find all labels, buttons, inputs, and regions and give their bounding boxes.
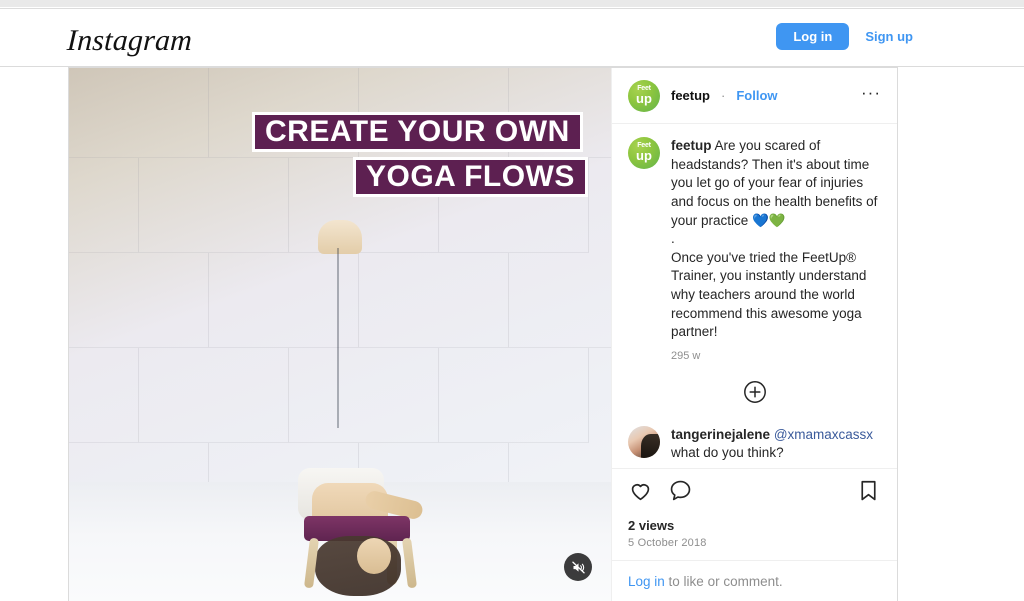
comment-bubble-icon[interactable] <box>668 478 693 508</box>
commenter-avatar[interactable] <box>628 425 660 458</box>
action-icon-row <box>628 478 881 508</box>
speaker-muted-icon <box>571 560 586 575</box>
view-count: 2 views <box>628 518 675 533</box>
author-avatar[interactable]: Feet up <box>628 79 660 112</box>
instagram-embed-page: Instagram Log in Sign up CREATE YOUR OWN… <box>0 0 1024 601</box>
comments-scroll-area[interactable]: Feet up feetup Are you scared of headsta… <box>612 124 897 468</box>
author-separator: · <box>721 88 726 103</box>
load-more-comments-wrap <box>628 380 881 404</box>
caption-timestamp: 295 w <box>671 349 701 362</box>
figure-head <box>357 538 391 574</box>
post-media[interactable]: CREATE YOUR OWN YOGA FLOWS <box>69 68 611 601</box>
media-overlay-line1: CREATE YOUR OWN <box>252 112 583 152</box>
avatar-logo-line2: up <box>636 90 652 106</box>
caption-block: Feet up feetup Are you scared of headsta… <box>628 137 881 342</box>
caption-username[interactable]: feetup <box>671 138 712 153</box>
mute-toggle-button[interactable] <box>564 553 592 581</box>
post-sidebar: Feet up feetup · Follow ··· Feet up feet… <box>611 68 897 601</box>
login-prompt-bar: Log in to like or comment. <box>612 560 897 601</box>
caption-text: feetup Are you scared of headstands? The… <box>671 137 881 342</box>
post-date: 5 October 2018 <box>628 537 707 549</box>
plus-circle-icon[interactable] <box>743 380 767 404</box>
login-prompt-text: to like or comment. <box>664 574 783 589</box>
media-overlay-line2: YOGA FLOWS <box>353 157 588 197</box>
login-button[interactable]: Log in <box>776 23 850 50</box>
figure-leg-split <box>337 248 339 428</box>
commenter-username[interactable]: tangerinejalene <box>671 427 770 442</box>
caption-line2: . <box>671 231 675 247</box>
comment-text: tangerinejalene @xmamaxcassx what do you… <box>671 426 881 462</box>
caption-line3: Once you've tried the FeetUp® Trainer, y… <box>671 249 867 340</box>
avatar-logo-line2: up <box>636 148 652 163</box>
post-card: CREATE YOUR OWN YOGA FLOWS Feet up feetu… <box>68 67 898 601</box>
post-actions: 2 views 5 October 2018 <box>612 468 897 560</box>
more-options-icon[interactable]: ··· <box>861 84 881 107</box>
login-prompt-link[interactable]: Log in <box>628 574 665 589</box>
comment-mention[interactable]: @xmamaxcassx <box>774 427 873 442</box>
site-header: Instagram Log in Sign up <box>0 9 1024 67</box>
header-actions: Log in Sign up <box>776 22 915 51</box>
caption-avatar[interactable]: Feet up <box>628 137 660 169</box>
trainer-stool-leg-right <box>401 537 418 589</box>
comment-item: tangerinejalene @xmamaxcassx what do you… <box>628 425 881 468</box>
bookmark-icon[interactable] <box>856 478 881 508</box>
instagram-logo[interactable]: Instagram <box>66 24 193 58</box>
post-author-header: Feet up feetup · Follow ··· <box>612 68 897 124</box>
heart-icon[interactable] <box>628 478 653 508</box>
signup-button[interactable]: Sign up <box>863 22 915 51</box>
browser-chrome-strip <box>0 0 1024 7</box>
follow-button[interactable]: Follow <box>736 88 777 103</box>
comment-body-text: what do you think? <box>671 445 784 461</box>
author-username[interactable]: feetup <box>671 88 710 103</box>
comment-content: tangerinejalene @xmamaxcassx what do you… <box>671 426 881 468</box>
